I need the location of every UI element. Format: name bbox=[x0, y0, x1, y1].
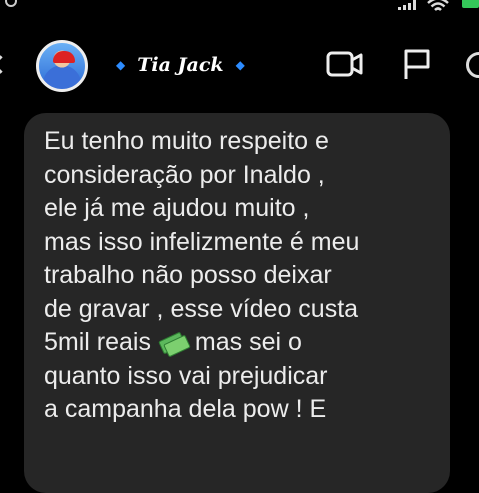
message-text: Eu tenho muito respeito e consideração p… bbox=[44, 125, 436, 427]
message-line: trabalho não posso deixar bbox=[44, 261, 332, 289]
message-line: a campanha dela pow ! E bbox=[44, 395, 327, 423]
signal-strength-icon bbox=[398, 0, 416, 10]
money-with-wings-icon bbox=[158, 331, 191, 358]
contact-name-group[interactable]: ◆ Tia Jack ◆ bbox=[116, 54, 245, 76]
message-line: mas isso infelizmente é meu bbox=[44, 227, 360, 256]
wifi-icon bbox=[427, 0, 449, 11]
diamond-icon: ◆ bbox=[235, 58, 245, 72]
message-line: Eu tenho muito respeito e bbox=[44, 127, 329, 155]
message-line: quanto isso vai prejudicar bbox=[44, 361, 328, 390]
diamond-icon: ◆ bbox=[116, 58, 126, 72]
flag-icon[interactable] bbox=[402, 48, 432, 80]
message-line: 5mil reais bbox=[44, 328, 151, 356]
message-bubble[interactable]: Eu tenho muito respeito e consideração p… bbox=[24, 113, 450, 493]
message-line: consideração por Inaldo , bbox=[44, 160, 325, 189]
avatar[interactable] bbox=[36, 40, 88, 92]
back-chevron-icon[interactable] bbox=[0, 55, 10, 74]
video-call-icon[interactable] bbox=[326, 50, 364, 78]
message-line: de gravar , esse vídeo custa bbox=[44, 294, 359, 323]
contact-name: Tia Jack bbox=[137, 54, 224, 76]
status-bar bbox=[0, 0, 479, 20]
more-icon[interactable] bbox=[466, 52, 479, 78]
status-notification-icon bbox=[5, 0, 17, 7]
message-line: mas sei o bbox=[194, 328, 302, 356]
chat-header: ◆ Tia Jack ◆ bbox=[0, 36, 479, 96]
message-line: ele já me ajudou muito , bbox=[44, 194, 310, 222]
battery-icon bbox=[462, 0, 479, 8]
